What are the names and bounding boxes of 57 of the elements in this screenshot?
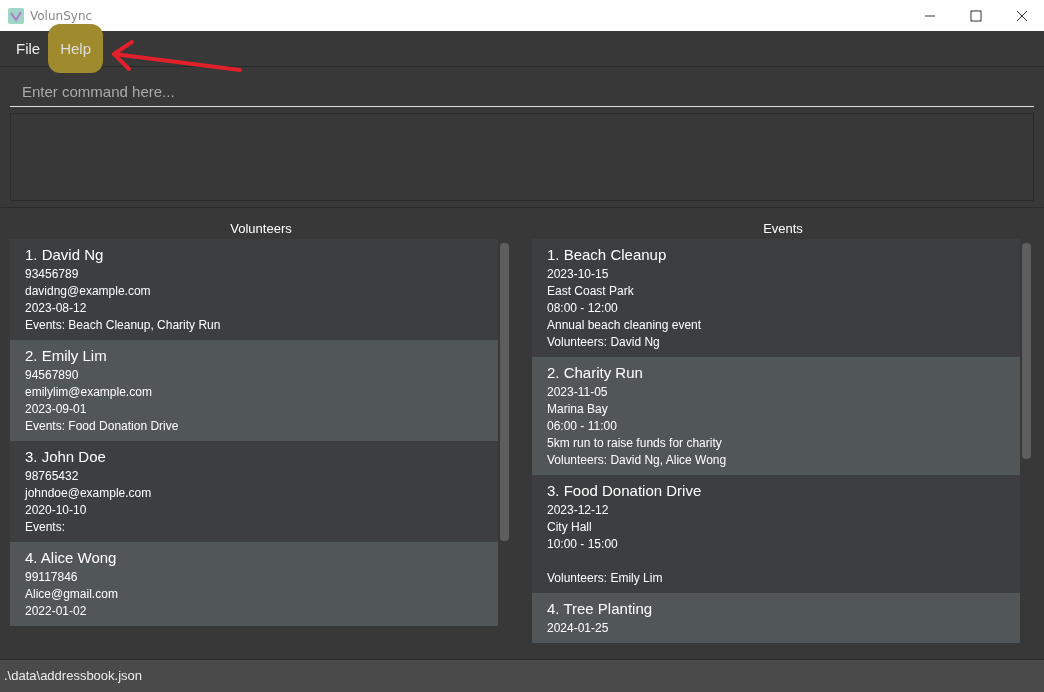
card-detail: 5km run to raise funds for charity xyxy=(547,435,723,452)
card-detail: 2023-08-12 xyxy=(25,300,88,317)
maximize-icon[interactable] xyxy=(970,9,982,22)
card-detail: East Coast Park xyxy=(547,283,635,300)
command-field[interactable]: Enter command here... xyxy=(10,77,1034,107)
card-detail: Events: Beach Cleanup, Charity Run xyxy=(25,317,222,334)
card-detail: 2023-11-05 xyxy=(547,384,609,401)
card-detail: Volunteers: David Ng xyxy=(547,334,661,351)
volunteer-card[interactable]: 1. David Ng 93456789 davidng@example.com 2023-08-12 Events: Beach Cleanup, Charity Run xyxy=(10,239,498,340)
card-title: 2. Emily Lim xyxy=(25,347,108,364)
scrollbar-thumb[interactable] xyxy=(1022,243,1031,459)
volunteer-card[interactable]: 3. John Doe 98765432 johndoe@example.com 2020-10-10 Events: xyxy=(10,441,498,542)
card-detail: Marina Bay xyxy=(547,401,609,418)
card-detail: davidng@example.com xyxy=(25,283,152,300)
card-detail: City Hall xyxy=(547,519,593,536)
card-detail: Volunteers: Emily Lim xyxy=(547,570,664,587)
card-detail: emilylim@example.com xyxy=(25,384,153,401)
card-detail: 93456789 xyxy=(25,266,80,283)
status-path: .\data\addressbook.json xyxy=(0,659,1044,692)
panel-heading: Volunteers xyxy=(229,220,293,238)
card-title: 1. Beach Cleanup xyxy=(547,246,668,263)
card-detail: Events: Food Donation Drive xyxy=(25,418,180,435)
card-title: 4. Alice Wong xyxy=(25,549,118,566)
card-detail: 2023-09-01 xyxy=(25,401,88,418)
card-detail: 2024-01-25 xyxy=(547,620,610,637)
close-icon[interactable] xyxy=(1016,9,1028,22)
card-detail: 2022-01-02 xyxy=(25,603,88,620)
card-title: 2. Charity Run xyxy=(547,364,644,381)
card-detail: 06:00 - 11:00 xyxy=(547,418,618,435)
card-detail: 98765432 xyxy=(25,468,80,485)
card-title: 4. Tree Planting xyxy=(547,600,654,617)
card-detail: Annual beach cleaning event xyxy=(547,317,703,334)
card-detail: 2023-12-12 xyxy=(547,502,610,519)
panel-heading: Events xyxy=(762,220,804,238)
event-card[interactable]: 2. Charity Run 2023-11-05 Marina Bay 06:00 - 11:00 5km run to raise funds for charity Volunteers: David Ng, Alice Wong xyxy=(532,357,1020,475)
card-detail: 08:00 - 12:00 xyxy=(547,300,619,317)
card-detail: johndoe@example.com xyxy=(25,485,153,502)
app-logo-icon xyxy=(8,7,24,24)
card-detail: Alice@gmail.com xyxy=(25,586,119,603)
scrollbar-thumb[interactable] xyxy=(500,243,509,541)
card-detail: 2023-10-15 xyxy=(547,266,610,283)
volunteer-card[interactable]: 2. Emily Lim 94567890 emilylim@example.com 2023-09-01 Events: Food Donation Drive xyxy=(10,340,498,441)
event-card[interactable]: 4. Tree Planting 2024-01-25 xyxy=(532,593,1020,643)
menu-item[interactable]: File xyxy=(8,34,49,63)
card-detail: Events: xyxy=(25,519,67,536)
window-title: VolunSync xyxy=(30,8,93,23)
event-card[interactable]: 1. Beach Cleanup 2023-10-15 East Coast Park 08:00 - 12:00 Annual beach cleaning event Volunteers: David Ng xyxy=(532,239,1020,357)
card-detail: 2020-10-10 xyxy=(25,502,88,519)
volunteer-card[interactable]: 4. Alice Wong 99117846 Alice@gmail.com 2022-01-02 xyxy=(10,542,498,626)
card-detail: 10:00 - 15:00 xyxy=(547,536,619,553)
card-title: 1. David Ng xyxy=(25,246,105,263)
card-detail: 94567890 xyxy=(25,367,80,384)
event-card[interactable]: 3. Food Donation Drive 2023-12-12 City Hall 10:00 - 15:00 Volunteers: Emily Lim xyxy=(532,475,1020,593)
card-title: 3. Food Donation Drive xyxy=(547,482,703,499)
card-title: 3. John Doe xyxy=(25,448,107,465)
card-detail: Volunteers: David Ng, Alice Wong xyxy=(547,452,728,469)
card-detail: 99117846 xyxy=(25,569,79,586)
